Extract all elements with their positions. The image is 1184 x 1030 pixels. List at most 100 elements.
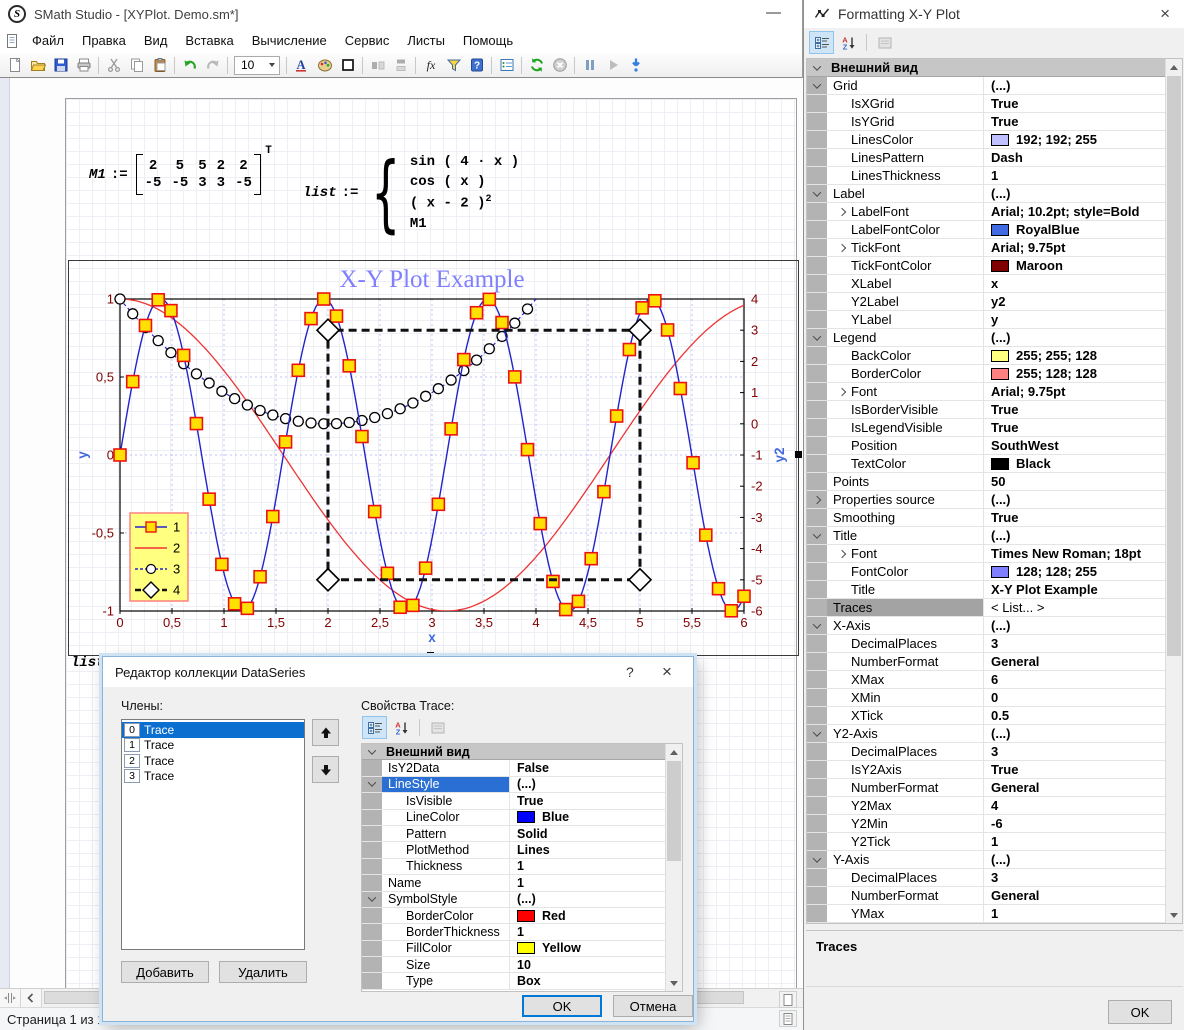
property-value[interactable]: 192; 192; 255 (1016, 132, 1097, 147)
close-icon[interactable]: × (1156, 4, 1174, 24)
property-row[interactable]: YLabely (807, 311, 1165, 329)
minimize-button[interactable]: — (760, 2, 787, 23)
menu-Вставка[interactable]: Вставка (176, 29, 242, 52)
chevron-down-icon[interactable] (269, 63, 275, 67)
property-value[interactable]: 255; 128; 128 (1016, 366, 1097, 381)
member-item[interactable]: 0Trace (122, 722, 304, 738)
property-row[interactable]: IsXGridTrue (807, 95, 1165, 113)
property-value[interactable]: General (991, 888, 1039, 903)
menu-Файл[interactable]: Файл (23, 29, 73, 52)
trace-grid-scrollbar[interactable] (665, 744, 682, 991)
property-row[interactable]: LineStyle(...) (362, 777, 665, 793)
dialog-cancel-button[interactable]: Отмена (613, 995, 693, 1017)
font-size-combo[interactable]: 10 (234, 56, 280, 75)
alphabetical-sort-button[interactable]: AZ (389, 716, 414, 739)
property-value[interactable]: 0.5 (991, 708, 1009, 723)
property-value[interactable]: True (991, 762, 1018, 777)
property-row[interactable]: TickFontColorMaroon (807, 257, 1165, 275)
property-row[interactable]: XTick0.5 (807, 707, 1165, 725)
panel-ok-button[interactable]: OK (1108, 1000, 1172, 1024)
property-value[interactable]: (...) (517, 777, 536, 791)
fx-button[interactable]: fx (419, 54, 442, 76)
xy-plot-region[interactable]: X-Y Plot Example00,511,522,533,544,555,5… (68, 260, 799, 656)
property-row[interactable]: IsYGridTrue (807, 113, 1165, 131)
property-row[interactable]: PlotMethodLines (362, 842, 665, 858)
property-value[interactable]: Black (1016, 456, 1051, 471)
help-icon[interactable]: ? (621, 664, 639, 680)
list-definition[interactable]: list := { sin ( 4 · x )cos ( x )( x - 2 … (303, 147, 519, 239)
property-row[interactable]: X-Axis(...) (807, 617, 1165, 635)
property-value[interactable]: (...) (991, 726, 1011, 741)
property-row[interactable]: FontArial; 9.75pt (807, 383, 1165, 401)
property-value[interactable]: 128; 128; 255 (1016, 564, 1097, 579)
property-value[interactable]: y (991, 312, 998, 327)
pause-button[interactable] (578, 54, 601, 76)
property-row[interactable]: TextColorBlack (807, 455, 1165, 473)
menu-Правка[interactable]: Правка (73, 29, 135, 52)
property-row[interactable]: TypeBox (362, 973, 665, 989)
property-row[interactable]: Y2Max4 (807, 797, 1165, 815)
menu-Вычисление[interactable]: Вычисление (243, 29, 336, 52)
scroll-down-icon[interactable] (666, 975, 682, 991)
property-value[interactable]: 1 (517, 925, 524, 939)
scroll-up-icon[interactable] (1166, 59, 1182, 75)
property-value[interactable]: (...) (991, 492, 1011, 507)
property-row[interactable]: Y2Min-6 (807, 815, 1165, 833)
property-row[interactable]: IsLegendVisibleTrue (807, 419, 1165, 437)
property-row[interactable]: Legend(...) (807, 329, 1165, 347)
property-row[interactable]: LinesPatternDash (807, 149, 1165, 167)
property-row[interactable]: Properties source(...) (807, 491, 1165, 509)
copy-button[interactable] (125, 54, 148, 76)
property-value[interactable]: < List... > (991, 600, 1044, 615)
property-value[interactable]: General (991, 654, 1039, 669)
print-button[interactable] (72, 54, 95, 76)
stop-button[interactable] (548, 54, 571, 76)
align2-button[interactable] (389, 54, 412, 76)
add-button[interactable]: Добавить (121, 961, 209, 983)
new-button[interactable] (3, 54, 26, 76)
help-button[interactable]: ? (465, 54, 488, 76)
property-value[interactable]: True (991, 402, 1018, 417)
property-value[interactable]: Lines (517, 843, 550, 857)
chevron-right-icon[interactable] (813, 495, 821, 503)
fontA-button[interactable]: A (290, 54, 313, 76)
property-value[interactable]: 4 (991, 798, 998, 813)
chevron-down-icon[interactable] (813, 530, 821, 538)
property-value[interactable]: (...) (991, 852, 1011, 867)
property-value[interactable]: Red (542, 909, 566, 923)
normal-view-icon[interactable] (779, 991, 797, 1008)
alphabetical-sort-button[interactable]: AZ (836, 31, 861, 54)
property-row[interactable]: IsVisibleTrue (362, 793, 665, 809)
property-value[interactable]: 255; 255; 128 (1016, 348, 1097, 363)
child-window-icon[interactable] (0, 30, 23, 52)
property-row[interactable]: BorderColor255; 128; 128 (807, 365, 1165, 383)
property-row[interactable]: DecimalPlaces3 (807, 635, 1165, 653)
open-button[interactable] (26, 54, 49, 76)
property-value[interactable]: 6 (991, 672, 998, 687)
palette-button[interactable] (313, 54, 336, 76)
property-value[interactable]: True (991, 96, 1018, 111)
property-value[interactable]: Yellow (542, 941, 581, 955)
chevron-down-icon[interactable] (813, 80, 821, 88)
property-value[interactable]: Times New Roman; 18pt (991, 546, 1141, 561)
property-value[interactable]: x (991, 276, 998, 291)
property-row[interactable]: YMax1 (807, 905, 1165, 923)
property-value[interactable]: 1 (991, 168, 998, 183)
property-value[interactable]: Dash (991, 150, 1023, 165)
property-row[interactable]: TickFontArial; 9.75pt (807, 239, 1165, 257)
property-value[interactable]: RoyalBlue (1016, 222, 1080, 237)
chevron-down-icon[interactable] (813, 854, 821, 862)
member-item[interactable]: 3Trace (122, 769, 304, 785)
refresh-button[interactable] (525, 54, 548, 76)
property-row[interactable]: PositionSouthWest (807, 437, 1165, 455)
chevron-right-icon[interactable] (838, 387, 846, 395)
form-button[interactable] (495, 54, 518, 76)
page-view-icon[interactable] (779, 1010, 797, 1027)
menu-Листы[interactable]: Листы (398, 29, 454, 52)
property-row[interactable]: IsY2AxisTrue (807, 761, 1165, 779)
property-value[interactable]: General (991, 780, 1039, 795)
align1-button[interactable] (366, 54, 389, 76)
undo-button[interactable] (178, 54, 201, 76)
property-value[interactable]: 3 (991, 870, 998, 885)
property-value[interactable]: 50 (991, 474, 1005, 489)
